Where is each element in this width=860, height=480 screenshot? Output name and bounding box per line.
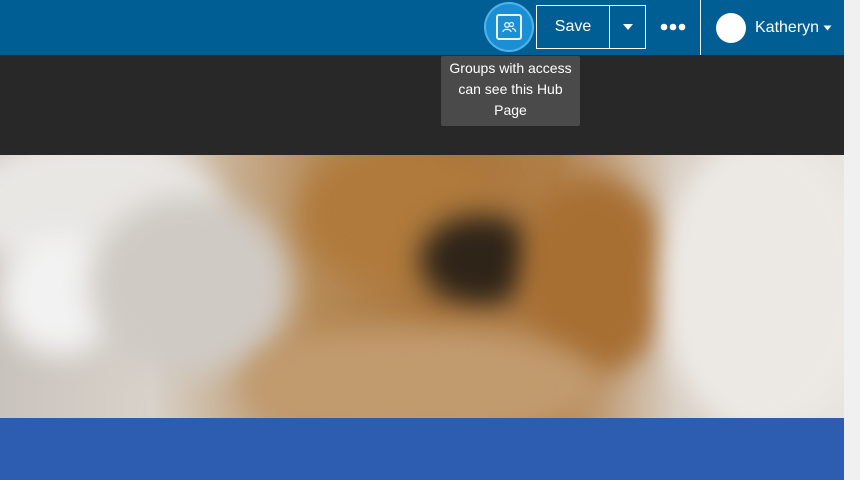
top-toolbar: Save Katheryn xyxy=(0,0,844,55)
chevron-down-icon xyxy=(622,24,633,30)
group-sharing-button[interactable] xyxy=(484,2,534,52)
user-name: Katheryn xyxy=(755,19,820,36)
ellipsis-icon xyxy=(660,23,686,31)
toolbar-divider xyxy=(700,0,701,55)
sharing-tooltip: Groups with access can see this Hub Page xyxy=(441,56,580,126)
chevron-down-icon xyxy=(823,25,832,31)
tooltip-line: Groups with access xyxy=(449,60,572,76)
content-band xyxy=(0,418,844,480)
save-options-button[interactable] xyxy=(610,6,645,48)
page-header-band xyxy=(0,55,844,155)
user-menu[interactable]: Katheryn xyxy=(716,12,832,44)
tooltip-line: Page xyxy=(494,102,527,118)
more-options-button[interactable] xyxy=(657,14,689,40)
tooltip-line: can see this Hub xyxy=(458,81,563,97)
hero-image xyxy=(0,155,844,418)
groups-icon xyxy=(496,14,522,40)
save-button-group: Save xyxy=(536,5,646,49)
avatar-icon xyxy=(716,13,746,43)
save-button[interactable]: Save xyxy=(537,6,610,48)
vertical-scrollbar[interactable] xyxy=(844,0,860,480)
